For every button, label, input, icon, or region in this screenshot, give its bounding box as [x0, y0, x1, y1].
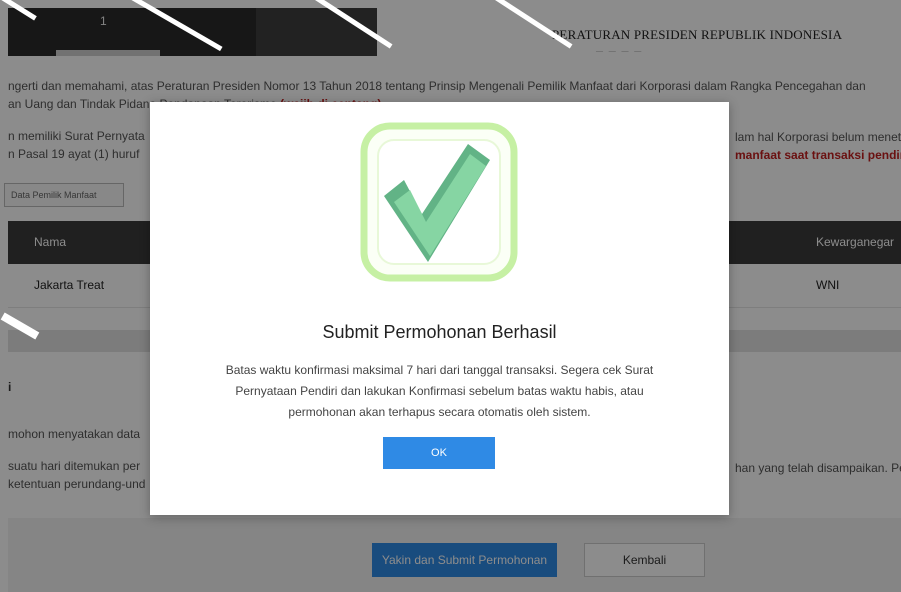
check-icon — [360, 122, 518, 282]
ok-button[interactable]: OK — [383, 437, 495, 469]
success-dialog: Submit Permohonan Berhasil Batas waktu k… — [150, 102, 729, 515]
dialog-message: Batas waktu konfirmasi maksimal 7 hari d… — [225, 363, 654, 419]
dialog-title: Submit Permohonan Berhasil — [322, 322, 557, 342]
